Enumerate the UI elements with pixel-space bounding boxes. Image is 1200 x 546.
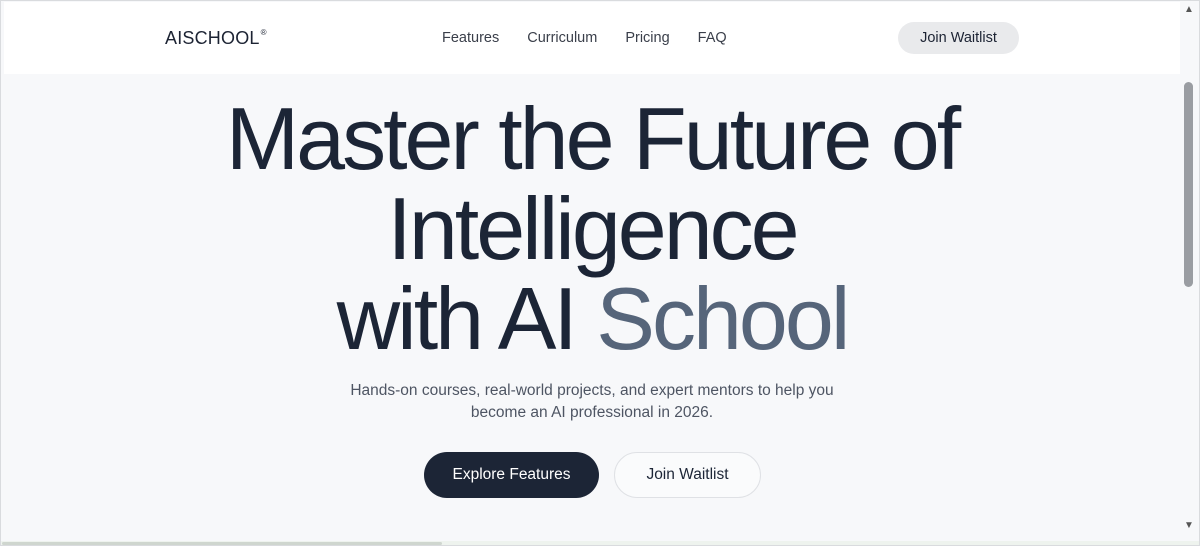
hero-title-line-1: Master the Future of [225, 89, 961, 188]
hero-subtitle-line-2: become an AI professional in 2026. [470, 404, 714, 421]
scrollbar-thumb[interactable] [1184, 82, 1193, 287]
hero-subtitle: Hands-on courses, real-world projects, a… [4, 380, 1180, 424]
explore-features-button[interactable]: Explore Features [424, 452, 599, 498]
hero-title-line-2: Intelligence [387, 179, 799, 278]
horizontal-scrollbar[interactable] [0, 541, 1200, 546]
page-viewport: AISCHOOL® Features Curriculum Pricing FA… [4, 2, 1180, 542]
logo-text: AISCHOOL [165, 28, 260, 48]
nav-link-pricing[interactable]: Pricing [625, 30, 669, 46]
site-header: AISCHOOL® Features Curriculum Pricing FA… [4, 2, 1180, 74]
registered-mark: ® [260, 28, 267, 37]
nav-link-features[interactable]: Features [442, 30, 499, 46]
hero-cta-row: Explore Features Join Waitlist [424, 452, 761, 498]
main-nav: Features Curriculum Pricing FAQ [442, 30, 727, 46]
join-waitlist-button[interactable]: Join Waitlist [614, 452, 761, 498]
hero-title: Master the Future of Intelligence with A… [4, 94, 1180, 364]
logo[interactable]: AISCHOOL® [165, 28, 267, 49]
hero-title-accent: School [596, 269, 850, 368]
horizontal-scrollbar-thumb[interactable] [2, 542, 442, 545]
hero-title-line-3a: with AI [336, 269, 578, 368]
hero-subtitle-line-1: Hands-on courses, real-world projects, a… [350, 382, 834, 399]
header-join-waitlist-button[interactable]: Join Waitlist [898, 22, 1019, 54]
chevron-up-icon[interactable]: ▲ [1183, 4, 1195, 16]
nav-link-faq[interactable]: FAQ [698, 30, 727, 46]
chevron-down-icon[interactable]: ▼ [1183, 520, 1195, 532]
browser-window: AISCHOOL® Features Curriculum Pricing FA… [0, 0, 1200, 546]
vertical-scrollbar[interactable]: ▲ ▼ [1180, 2, 1198, 542]
nav-link-curriculum[interactable]: Curriculum [527, 30, 597, 46]
